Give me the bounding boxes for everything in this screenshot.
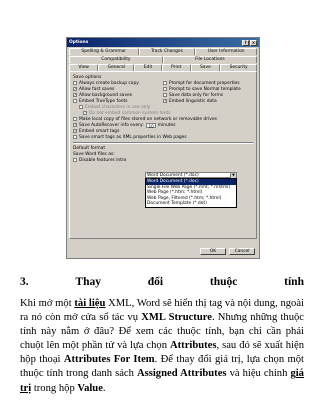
tai-lieu-link[interactable]: tài liệu (74, 298, 105, 309)
minutes-label: minutes (157, 122, 176, 128)
option-row: ✓ Allow background saves Save data only f… (73, 92, 253, 98)
dialog-buttons: OK Cancel (200, 248, 255, 255)
tab-spelling-grammar[interactable]: Spelling & Grammar (69, 48, 139, 55)
tab-row-1b: Compatibility File Locations (67, 56, 259, 63)
bold-term: XML Structure (141, 312, 212, 324)
option-label: Embed linguistic data (169, 98, 217, 104)
heading-word: đổi (147, 276, 164, 288)
smart-tags-xml-checkbox[interactable] (73, 135, 77, 139)
tab-security[interactable]: Security (220, 64, 258, 71)
tab-print[interactable]: Print (161, 64, 191, 71)
backup-copy-checkbox[interactable] (73, 81, 77, 85)
tab-file-locations[interactable]: File Locations (162, 56, 258, 63)
fast-saves-checkbox[interactable]: ✓ (73, 87, 77, 91)
divider (73, 142, 253, 144)
bold-term: Attributes For Item (63, 354, 155, 366)
disable-features-row: Disable features intro (73, 157, 253, 163)
format-dropdown-list: Word Document (*.doc) Single File Web Pa… (145, 178, 237, 208)
embed-fonts-checkbox[interactable] (73, 99, 77, 103)
option-label: Save AutoRecover info every: (79, 122, 144, 128)
embed-smart-tags-checkbox[interactable]: ✓ (73, 129, 77, 133)
bold-term: Attributes (169, 340, 217, 352)
embed-linguistic-checkbox[interactable]: ✓ (163, 99, 167, 103)
autorecover-minutes-input[interactable]: 10 (145, 122, 156, 129)
option-row: ✓ Allow fast saves Prompt to save Normal … (73, 86, 253, 92)
option-label: Make local copy of files stored on netwo… (79, 116, 217, 122)
cancel-button[interactable]: Cancel (229, 248, 255, 255)
option-label: Save smart tags as XML properties in Web… (79, 134, 187, 140)
option-label: Save data only for forms (169, 92, 224, 98)
prompt-properties-checkbox[interactable] (163, 81, 167, 85)
save-panel: Save options Always create backup copy P… (69, 71, 257, 239)
help-button[interactable]: ? (242, 39, 249, 46)
text-run: . (102, 382, 106, 394)
save-as-label: Save Word files as: (73, 151, 115, 157)
autorecover-checkbox[interactable]: ✓ (73, 123, 77, 127)
tab-view[interactable]: View (69, 64, 99, 71)
option-row: Always create backup copy Prompt for doc… (73, 80, 253, 86)
bold-term: Assigned Attributes (136, 368, 227, 380)
heading-word: Thay (75, 276, 101, 288)
save-forms-data-checkbox[interactable] (163, 93, 167, 97)
chevron-down-icon[interactable]: ▼ (230, 172, 236, 178)
tab-row-2: View General Edit Print Save Security (67, 64, 259, 71)
tab-general[interactable]: General (98, 64, 135, 71)
tab-row-1: Spelling & Grammar Track Changes User In… (67, 48, 259, 55)
body-paragraph: Khi mở một tài liệu XML, Word sẽ hiển th… (20, 297, 304, 396)
option-label: Embed TrueType fonts (79, 98, 128, 104)
bold-term: Value (77, 382, 103, 394)
option-label: Prompt for document properties (169, 80, 240, 86)
text-run: và hiệu chỉnh (226, 368, 291, 380)
option-label: Disable features intro (79, 157, 127, 163)
option-label: Embed smart tags (79, 128, 120, 134)
option-label: Do not embed common system fonts (89, 110, 171, 116)
options-dialog: Options ? × Spelling & Grammar Track Cha… (66, 37, 260, 259)
tab-user-information[interactable]: User Information (195, 48, 258, 55)
background-saves-checkbox[interactable]: ✓ (73, 93, 77, 97)
heading-word: thuộc (209, 276, 238, 288)
heading-number: 3. (20, 276, 29, 288)
dialog-titlebar: Options ? × (67, 38, 259, 47)
tab-edit[interactable]: Edit (134, 64, 162, 71)
embed-chars-checkbox[interactable] (79, 105, 83, 109)
option-row: Save smart tags as XML properties in Web… (73, 134, 253, 140)
local-copy-checkbox[interactable] (73, 117, 77, 121)
option-label: Allow background saves (79, 92, 133, 98)
format-option[interactable]: Document Template (*.dot) (146, 201, 236, 207)
option-row: Embed TrueType fonts ✓ Embed linguistic d… (73, 98, 253, 104)
heading-word: tính (284, 276, 304, 288)
text-run: Khi mở một (20, 298, 75, 309)
text-run: trong hộp (31, 382, 78, 394)
tab-save[interactable]: Save (190, 64, 221, 71)
option-label: Always create backup copy (79, 80, 139, 86)
section-heading: 3. Thay đổi thuộc tính (20, 276, 304, 288)
option-label: Embed characters in use only (85, 104, 151, 110)
dialog-title: Options (69, 40, 89, 45)
tab-compatibility[interactable]: Compatibility (69, 56, 163, 63)
option-label: Prompt to save Normal template (169, 86, 241, 92)
close-button[interactable]: × (250, 39, 257, 46)
prompt-normal-checkbox[interactable] (163, 87, 167, 91)
ok-button[interactable]: OK (200, 248, 226, 255)
tab-track-changes[interactable]: Track Changes (138, 48, 196, 55)
option-label: Allow fast saves (79, 86, 115, 92)
no-common-fonts-checkbox[interactable]: ✓ (83, 111, 87, 115)
disable-features-checkbox[interactable] (73, 158, 77, 162)
selected-format: Word Document (*.doc) (147, 172, 199, 178)
